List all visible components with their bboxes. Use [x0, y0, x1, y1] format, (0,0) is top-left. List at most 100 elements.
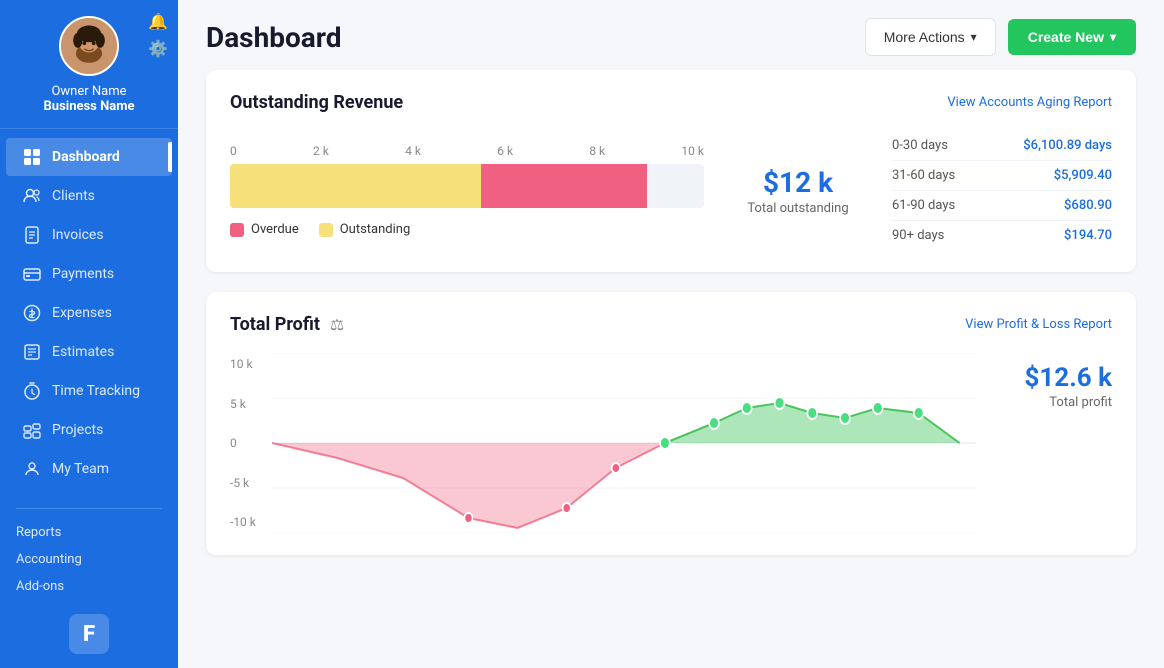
revenue-breakdown: 0-30 days $6,100.89 days 31-60 days $5,9…: [892, 131, 1112, 250]
axis-label-0: 0: [230, 144, 237, 158]
sidebar-item-invoices[interactable]: Invoices: [6, 216, 172, 254]
sidebar-item-label-projects: Projects: [52, 422, 103, 438]
freshbooks-logo: F: [69, 614, 109, 654]
sidebar-nav: Dashboard Clients Invoices Payments: [0, 129, 178, 502]
y-label-10k: 10 k: [230, 357, 270, 371]
more-actions-button[interactable]: More Actions ▾: [865, 18, 996, 56]
y-label-5k: 5 k: [230, 397, 270, 411]
sidebar-item-my-team[interactable]: My Team: [6, 450, 172, 488]
bar-legend: Overdue Outstanding: [230, 222, 704, 237]
axis-label-2k: 2 k: [313, 144, 329, 158]
topbar: Dashboard More Actions ▾ Create New ▾: [178, 0, 1164, 70]
profit-total-amount: $12.6 k: [992, 363, 1112, 393]
sidebar-business-name: Business Name: [44, 99, 135, 114]
outstanding-color-dot: [319, 223, 333, 237]
outstanding-revenue-title: Outstanding Revenue: [230, 92, 403, 113]
sidebar-item-reports[interactable]: Reports: [0, 519, 178, 546]
bar-outstanding: [230, 164, 481, 208]
outstanding-revenue-card: Outstanding Revenue View Accounts Aging …: [206, 70, 1136, 272]
sidebar-item-payments[interactable]: Payments: [6, 255, 172, 293]
legend-outstanding: Outstanding: [319, 222, 411, 237]
chevron-down-icon-create: ▾: [1110, 30, 1116, 44]
breakdown-label-31-60: 31-60 days: [892, 168, 955, 183]
total-profit-title: Total Profit: [230, 314, 320, 335]
overdue-color-dot: [230, 223, 244, 237]
more-actions-label: More Actions: [884, 29, 965, 45]
sidebar: 🔔 ⚙️ Owner Name Business Name: [0, 0, 178, 668]
sidebar-bottom-links: Reports Accounting Add-ons: [0, 515, 178, 604]
sidebar-item-label-my-team: My Team: [52, 461, 109, 477]
overdue-label: Overdue: [251, 222, 299, 237]
expenses-icon: [22, 303, 42, 323]
create-new-button[interactable]: Create New ▾: [1008, 19, 1136, 55]
bar-axis: 0 2 k 4 k 6 k 8 k 10 k: [230, 144, 704, 164]
outstanding-label: Outstanding: [340, 222, 411, 237]
settings-icon[interactable]: ⚙️: [148, 39, 168, 58]
revenue-total-amount: $12 k: [728, 166, 868, 199]
bar-overdue: [481, 164, 647, 208]
total-profit-header: Total Profit ⚖ View Profit & Loss Report: [230, 314, 1112, 335]
sidebar-item-label-dashboard: Dashboard: [52, 149, 120, 165]
profit-chart: 10 k 5 k 0 -5 k -10 k: [230, 353, 976, 533]
profit-total: $12.6 k Total profit: [992, 353, 1112, 533]
breakdown-value-90-plus: $194.70: [1064, 228, 1112, 243]
sidebar-owner-name: Owner Name: [51, 84, 126, 99]
total-profit-card: Total Profit ⚖ View Profit & Loss Report…: [206, 292, 1136, 555]
y-label-neg10k: -10 k: [230, 515, 270, 529]
sidebar-item-clients[interactable]: Clients: [6, 177, 172, 215]
payments-icon: [22, 264, 42, 284]
y-label-neg5k: -5 k: [230, 476, 270, 490]
profit-chart-svg: [272, 353, 976, 533]
sidebar-item-label-estimates: Estimates: [52, 344, 114, 360]
sidebar-item-projects[interactable]: Projects: [6, 411, 172, 449]
page-title: Dashboard: [206, 21, 342, 54]
chevron-down-icon: ▾: [971, 30, 977, 44]
profit-chart-area: 10 k 5 k 0 -5 k -10 k: [230, 353, 1112, 533]
invoices-icon: [22, 225, 42, 245]
bell-icon[interactable]: 🔔: [148, 12, 168, 31]
view-accounts-aging-link[interactable]: View Accounts Aging Report: [947, 95, 1112, 110]
dashboard-icon: [22, 147, 42, 167]
breakdown-value-61-90: $680.90: [1064, 198, 1112, 213]
y-label-0: 0: [230, 436, 270, 450]
content-area: Outstanding Revenue View Accounts Aging …: [178, 70, 1164, 583]
breakdown-label-0-30: 0-30 days: [892, 138, 948, 153]
topbar-actions: More Actions ▾ Create New ▾: [865, 18, 1136, 56]
sidebar-item-label-time-tracking: Time Tracking: [52, 383, 140, 399]
projects-icon: [22, 420, 42, 440]
active-indicator: [168, 142, 172, 172]
sidebar-item-dashboard[interactable]: Dashboard: [6, 138, 172, 176]
main-content: Dashboard More Actions ▾ Create New ▾ Ou…: [178, 0, 1164, 668]
breakdown-row-61-90: 61-90 days $680.90: [892, 191, 1112, 221]
sidebar-user-section: 🔔 ⚙️ Owner Name Business Name: [0, 0, 178, 129]
view-profit-loss-link[interactable]: View Profit & Loss Report: [965, 317, 1112, 332]
sidebar-item-label-expenses: Expenses: [52, 305, 112, 321]
filter-icon[interactable]: ⚖: [330, 315, 344, 334]
sidebar-item-expenses[interactable]: Expenses: [6, 294, 172, 332]
sidebar-user-icons: 🔔 ⚙️: [148, 12, 168, 58]
sidebar-logo[interactable]: F: [0, 604, 178, 668]
sidebar-divider: [16, 508, 162, 509]
bar-track: [230, 164, 704, 208]
breakdown-row-0-30: 0-30 days $6,100.89 days: [892, 131, 1112, 161]
axis-label-6k: 6 k: [497, 144, 513, 158]
time-tracking-icon: [22, 381, 42, 401]
breakdown-label-90-plus: 90+ days: [892, 228, 944, 243]
bar-chart-container: 0 2 k 4 k 6 k 8 k 10 k Overd: [230, 144, 704, 237]
outstanding-revenue-header: Outstanding Revenue View Accounts Aging …: [230, 92, 1112, 113]
breakdown-value-0-30: $6,100.89 days: [1023, 138, 1112, 153]
breakdown-label-61-90: 61-90 days: [892, 198, 955, 213]
sidebar-item-label-invoices: Invoices: [52, 227, 104, 243]
sidebar-item-add-ons[interactable]: Add-ons: [0, 573, 178, 600]
sidebar-item-accounting[interactable]: Accounting: [0, 546, 178, 573]
my-team-icon: [22, 459, 42, 479]
breakdown-value-31-60: $5,909.40: [1054, 168, 1112, 183]
sidebar-item-label-payments: Payments: [52, 266, 114, 282]
profit-card-header-inner: Total Profit ⚖: [230, 314, 344, 335]
revenue-total-label: Total outstanding: [728, 201, 868, 216]
sidebar-item-time-tracking[interactable]: Time Tracking: [6, 372, 172, 410]
axis-label-8k: 8 k: [589, 144, 605, 158]
clients-icon: [22, 186, 42, 206]
sidebar-item-label-clients: Clients: [52, 188, 95, 204]
sidebar-item-estimates[interactable]: Estimates: [6, 333, 172, 371]
